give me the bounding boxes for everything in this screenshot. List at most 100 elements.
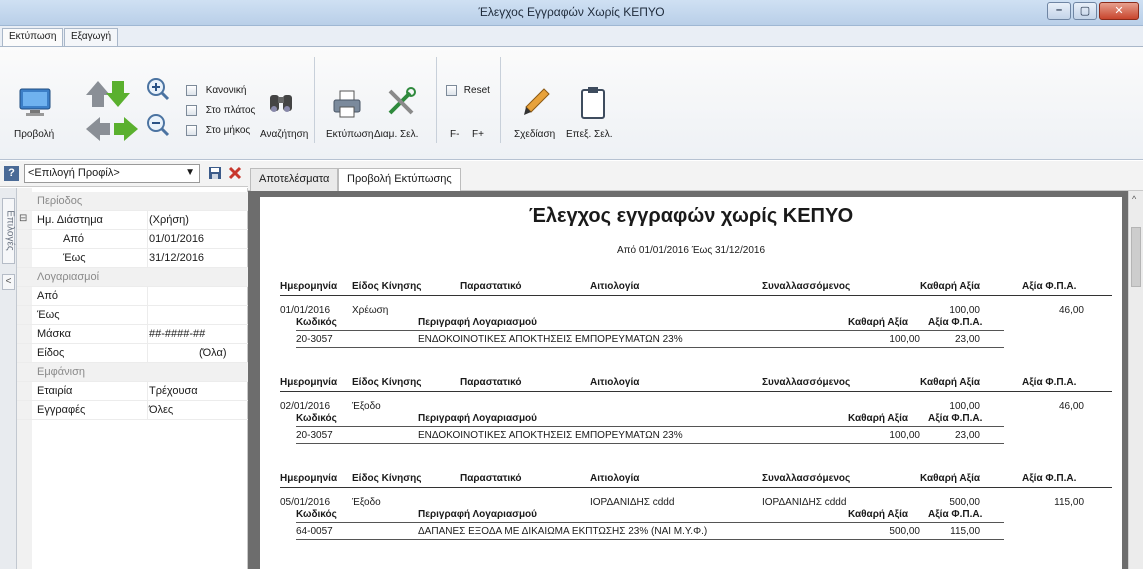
property-key: Έως bbox=[63, 252, 86, 264]
property-value[interactable]: ##-####-## bbox=[149, 328, 205, 340]
zoom-normal-label: Κανονική bbox=[205, 85, 247, 97]
property-value[interactable]: (Χρήση) bbox=[149, 214, 189, 226]
page-nav-arrows bbox=[86, 81, 138, 141]
monitor-icon bbox=[19, 88, 51, 116]
property-row[interactable]: ⊟ Ημ. Διάστημα (Χρήση) bbox=[17, 211, 248, 230]
expand-collapse-icon[interactable]: ⊟ bbox=[19, 213, 27, 224]
property-row[interactable]: Από bbox=[17, 287, 248, 306]
tab-print[interactable]: Εκτύπωση bbox=[2, 28, 64, 46]
font-increase-button[interactable]: F+ bbox=[472, 129, 484, 140]
properties-panel: Περίοδος ⊟ Ημ. Διάστημα (Χρήση) Από 01/01/201… bbox=[17, 188, 248, 569]
zoom-length-label: Στο μήκος bbox=[205, 125, 251, 137]
zoom-length-button[interactable]: Στο μήκος bbox=[186, 125, 250, 136]
sub-header-account-description: Περιγραφή Λογαριασμού bbox=[418, 509, 537, 520]
print-button[interactable]: Εκτύπωση bbox=[322, 57, 373, 147]
delete-icon[interactable] bbox=[228, 166, 242, 180]
font-decrease-button[interactable]: F- bbox=[450, 129, 459, 140]
reset-label: Reset bbox=[463, 85, 490, 97]
report-rule bbox=[280, 391, 1112, 392]
entry-vat-value: 115,00 bbox=[1054, 497, 1084, 508]
minimize-button[interactable]: – bbox=[1047, 2, 1071, 20]
close-button[interactable]: ✕ bbox=[1099, 2, 1139, 20]
property-row[interactable]: Από 01/01/2016 bbox=[17, 230, 248, 249]
property-value[interactable]: 01/01/2016 bbox=[149, 233, 204, 245]
property-row[interactable]: Είδος (Όλα) bbox=[17, 344, 248, 363]
property-row[interactable]: Έως 31/12/2016 bbox=[17, 249, 248, 268]
arrow-left-icon[interactable] bbox=[86, 117, 110, 141]
property-category-label: Περίοδος bbox=[37, 195, 83, 207]
account-code: 64-0057 bbox=[296, 526, 333, 537]
arrow-down-icon[interactable] bbox=[106, 81, 130, 107]
edit-page-button[interactable]: Επεξ. Σελ. bbox=[564, 57, 620, 147]
zoom-in-icon[interactable] bbox=[147, 78, 170, 101]
printer-icon bbox=[333, 90, 361, 118]
property-row[interactable]: Έως bbox=[17, 306, 248, 325]
property-row[interactable]: Μάσκα ##-####-## bbox=[17, 325, 248, 344]
column-header-net: Καθαρή Αξία bbox=[920, 473, 980, 484]
property-row[interactable]: Εγγραφές Όλες bbox=[17, 401, 248, 420]
property-key: Ημ. Διάστημα bbox=[37, 214, 103, 226]
report-page: Έλεγχος εγγραφών χωρίς ΚΕΠΥΟ Από 01/01/2… bbox=[260, 197, 1122, 569]
property-divider bbox=[147, 249, 148, 268]
search-button[interactable]: Αναζήτηση bbox=[256, 57, 309, 147]
property-value[interactable]: Τρέχουσα bbox=[149, 385, 198, 397]
search-label: Αναζήτηση bbox=[260, 129, 309, 140]
account-code: 20-3057 bbox=[296, 334, 333, 345]
tools-icon bbox=[388, 87, 416, 115]
save-icon[interactable] bbox=[208, 166, 222, 180]
property-divider bbox=[147, 401, 148, 420]
column-header-date: Ημερομηνία bbox=[280, 377, 338, 388]
property-row[interactable]: Εταιρία Τρέχουσα bbox=[17, 382, 248, 401]
preview-label: Προβολή bbox=[14, 129, 55, 140]
design-label: Σχεδίαση bbox=[514, 129, 556, 140]
account-vat-value: 23,00 bbox=[954, 334, 980, 345]
property-key: Εταιρία bbox=[37, 385, 73, 397]
sub-header-code: Κωδικός bbox=[296, 509, 337, 520]
property-category: Περίοδος bbox=[17, 192, 248, 211]
ribbon: Προβολή Κανονική Στο πλάτος Στο μήκος Αν… bbox=[0, 46, 1143, 160]
account-description: ΔΑΠΑΝΕΣ ΕΞΟΔΑ ΜΕ ΔΙΚΑΙΩΜΑ ΕΚΠΤΩΣΗΣ 23% (… bbox=[418, 526, 708, 537]
zoom-width-button[interactable]: Στο πλάτος bbox=[186, 105, 255, 116]
report-rule bbox=[296, 443, 1004, 444]
column-header-vat: Αξία Φ.Π.Α. bbox=[1022, 377, 1077, 388]
report-scrollbar[interactable]: ^ bbox=[1128, 191, 1143, 569]
profile-select[interactable]: <Επιλογή Προφίλ> ▼ bbox=[24, 164, 200, 183]
tab-options[interactable]: Επιλογές bbox=[2, 198, 16, 264]
column-header-net: Καθαρή Αξία bbox=[920, 377, 980, 388]
property-value[interactable]: 31/12/2016 bbox=[149, 252, 204, 264]
preview-button[interactable]: Προβολή bbox=[10, 57, 60, 147]
sub-header-vat: Αξία Φ.Π.Α. bbox=[928, 317, 983, 328]
sub-header-code: Κωδικός bbox=[296, 317, 337, 328]
collapse-panel-icon[interactable]: < bbox=[2, 274, 15, 290]
edit-page-label: Επεξ. Σελ. bbox=[566, 129, 613, 140]
zoom-out-icon[interactable] bbox=[147, 114, 170, 137]
clipboard-icon bbox=[581, 87, 605, 119]
tab-print-preview[interactable]: Προβολή Εκτύπωσης bbox=[338, 168, 461, 192]
arrow-up-icon[interactable] bbox=[86, 81, 110, 107]
account-description: ΕΝΔΟΚΟΙΝΟΤΙΚΕΣ ΑΠΟΚΤΗΣΕΙΣ ΕΜΠΟΡΕΥΜΑΤΩΝ 2… bbox=[418, 334, 683, 345]
property-value[interactable]: Όλες bbox=[149, 404, 173, 416]
property-category: Λογαριασμοί bbox=[17, 268, 248, 287]
zoom-normal-button[interactable]: Κανονική bbox=[186, 85, 246, 96]
property-divider bbox=[147, 306, 148, 325]
account-vat-value: 115,00 bbox=[950, 526, 980, 537]
tab-results[interactable]: Αποτελέσματα bbox=[250, 168, 339, 191]
design-button[interactable]: Σχεδίαση bbox=[510, 57, 560, 147]
page-setup-button[interactable]: Διαμ. Σελ. bbox=[372, 57, 428, 147]
scroll-thumb[interactable] bbox=[1131, 227, 1141, 287]
tab-export[interactable]: Εξαγωγή bbox=[64, 28, 119, 46]
scroll-up-icon[interactable]: ^ bbox=[1132, 194, 1136, 204]
sub-header-vat: Αξία Φ.Π.Α. bbox=[928, 509, 983, 520]
help-icon[interactable]: ? bbox=[4, 166, 19, 181]
arrow-right-icon[interactable] bbox=[114, 117, 138, 141]
property-value[interactable]: (Όλα) bbox=[199, 347, 227, 359]
column-header-reason: Αιτιολογία bbox=[590, 473, 640, 484]
property-key: Εγγραφές bbox=[37, 404, 86, 416]
maximize-button[interactable]: ▢ bbox=[1073, 2, 1097, 20]
report-rule bbox=[296, 330, 1004, 331]
entry-party: ΙΟΡΔΑΝΙΔΗΣ cddd bbox=[762, 497, 847, 508]
reset-button[interactable]: Reset bbox=[446, 85, 490, 96]
report-rule bbox=[296, 539, 1004, 540]
account-description: ΕΝΔΟΚΟΙΝΟΤΙΚΕΣ ΑΠΟΚΤΗΣΕΙΣ ΕΜΠΟΡΕΥΜΑΤΩΝ 2… bbox=[418, 430, 683, 441]
maximize-icon: ▢ bbox=[1079, 5, 1091, 17]
